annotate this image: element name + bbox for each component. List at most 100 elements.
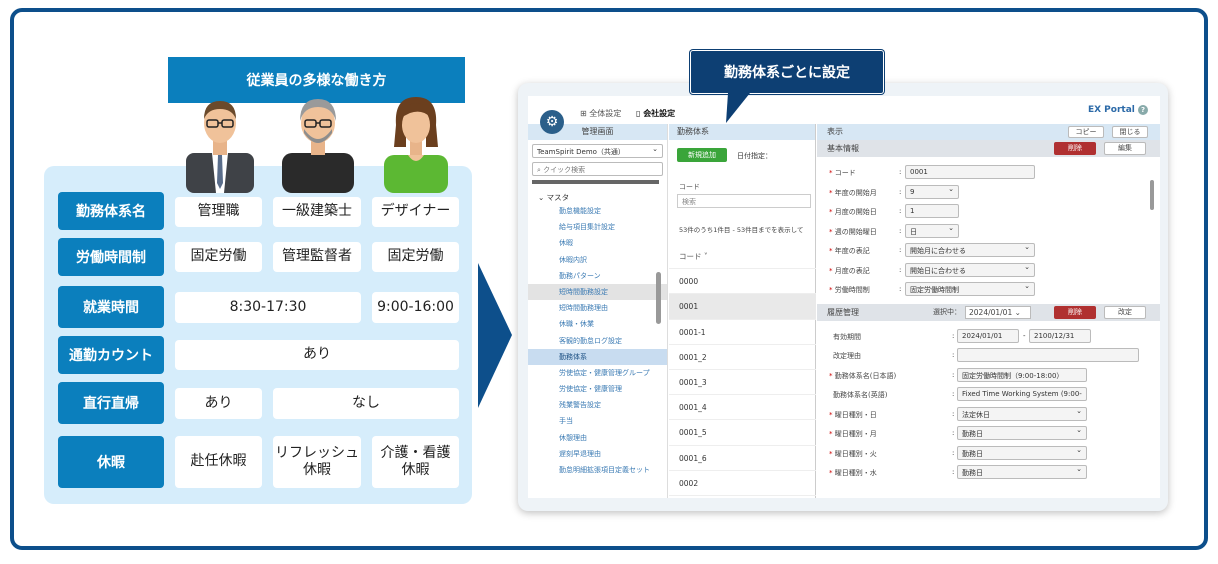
field-code: * コード:0001 — [817, 163, 1160, 183]
cell-direct-yes: あり — [175, 388, 262, 419]
cell-care-leave: 介護・看護 休暇 — [372, 436, 459, 488]
basic-info-section: 基本情報 削除 編集 — [817, 140, 1160, 157]
menu-item[interactable]: 残業警告設定 — [528, 397, 667, 413]
architect-person-icon — [278, 95, 358, 193]
table-row[interactable]: 0001_2 — [669, 345, 816, 370]
menu-item[interactable]: 短時間勤務設定 — [528, 283, 667, 301]
field-effective-period: 有効期間: 2024/01/01 - 2100/12/31 — [817, 327, 1160, 347]
menu-item-work-system[interactable]: 勤務体系 — [528, 348, 667, 365]
menu-item[interactable]: 勤怠明細拡張項目定義セット — [528, 462, 667, 478]
selected-label: 選択中： — [933, 307, 961, 316]
row-header-leave: 休暇 — [58, 436, 164, 488]
row-header-work-system-name: 勤務体系名 — [58, 192, 164, 230]
menu-item[interactable]: 給与項目集計設定 — [528, 219, 667, 235]
chevron-down-icon: ⌄ — [652, 145, 658, 153]
field-day-type-sun: * 曜日種別・日: 法定休日 — [817, 405, 1160, 425]
cell-designer: デザイナー — [372, 197, 459, 227]
menu-item[interactable]: 休職・休業 — [528, 316, 667, 332]
nav-all-settings[interactable]: ⊞ 全体設定 — [580, 108, 621, 119]
cell-relocation-leave: 赴任休暇 — [175, 436, 262, 488]
menu-item[interactable]: 労使協定・健康管理グループ — [528, 365, 667, 381]
table-row[interactable]: 0001-1 — [669, 320, 816, 345]
menu-item[interactable]: 休暇内訳 — [528, 252, 667, 268]
cell-commute-count: あり — [175, 340, 459, 370]
cell-manager: 管理職 — [175, 197, 262, 227]
edit-button[interactable]: 編集 — [1104, 142, 1146, 155]
history-date-select[interactable]: 2024/01/01 ⌄ — [965, 305, 1031, 319]
field-labor-system: * 労働時間制: 固定労働時間制 — [817, 280, 1160, 300]
cell-architect: 一級建築士 — [273, 197, 361, 227]
close-button[interactable]: 閉じる — [1112, 126, 1148, 138]
tree-master[interactable]: ⌄ マスタ — [538, 192, 667, 203]
result-count: 53件のうち1件目 - 53件目までを表示して — [679, 226, 804, 234]
gear-icon[interactable]: ⚙ — [540, 110, 564, 134]
menu-item[interactable]: 休憩理由 — [528, 430, 667, 446]
history-delete-button[interactable]: 削除 — [1054, 305, 1096, 319]
list-title: 勤務体系 — [669, 124, 815, 140]
date-filter-label: 日付指定： — [737, 152, 772, 160]
add-new-button[interactable]: 新規追加 — [677, 148, 727, 162]
field-week-start-day: * 週の開始曜日: 日 — [817, 222, 1160, 242]
app-window: ⊞ 全体設定 ▯ 会社設定 EX Portal ? ⚙ 管理画面 TeamSpi… — [528, 96, 1160, 498]
menu-item[interactable]: 勤務パターン — [528, 268, 667, 284]
field-fiscal-notation: * 年度の表記: 開始月に合わせる — [817, 241, 1160, 261]
field-month-notation: * 月度の表記: 開始日に合わせる — [817, 261, 1160, 281]
copy-button[interactable]: コピー — [1068, 126, 1104, 138]
cell-fixed-labor-2: 固定労働 — [372, 242, 459, 272]
menu-item[interactable]: 労使協定・健康管理 — [528, 381, 667, 397]
table-row[interactable]: 0001_6 — [669, 446, 816, 471]
table-row[interactable]: 0000 — [669, 269, 816, 295]
field-day-type-mon: * 曜日種別・月: 勤務日 — [817, 424, 1160, 444]
column-header-code[interactable]: コード ˅ — [669, 244, 816, 270]
row-header-commute-count: 通勤カウント — [58, 336, 164, 374]
admin-menu-column: 管理画面 TeamSpirit Demo（共通） ⌄ ⌕ クイック検索 ⌄ マスタ… — [528, 124, 668, 498]
row-header-direct-travel: 直行直帰 — [58, 382, 164, 424]
detail-title: 表示 コピー 閉じる — [817, 124, 1160, 140]
code-label: コード — [679, 183, 700, 191]
menu-item[interactable]: 遅刻早退理由 — [528, 446, 667, 462]
menu-separator — [532, 180, 659, 184]
work-system-list-column: 勤務体系 新規追加 日付指定： コード 検索 53件のうち1件目 - 53件目ま… — [669, 124, 816, 498]
right-arrow-icon — [478, 263, 512, 408]
menu-item[interactable]: 勤怠機能設定 — [528, 203, 667, 219]
table-row[interactable]: 0001_5 — [669, 420, 816, 446]
designer-person-icon — [376, 95, 456, 193]
field-system-name-en: 勤務体系名(英語): Fixed Time Working System (9:0… — [817, 385, 1160, 405]
detail-scrollbar[interactable] — [1150, 180, 1154, 210]
ex-portal-link[interactable]: EX Portal ? — [1088, 105, 1148, 115]
help-icon: ? — [1138, 105, 1148, 115]
top-bar: ⊞ 全体設定 ▯ 会社設定 EX Portal ? — [528, 96, 1160, 124]
cell-refresh-leave: リフレッシュ 休暇 — [273, 436, 361, 488]
code-search-input[interactable]: 検索 — [677, 194, 811, 208]
cell-direct-no: なし — [273, 388, 459, 419]
nav-company-settings[interactable]: ▯ 会社設定 — [636, 108, 675, 119]
table-row[interactable]: 0001_4 — [669, 395, 816, 421]
menu-scrollbar[interactable] — [656, 272, 661, 324]
row-header-working-hours-system: 労働時間制 — [58, 238, 164, 276]
org-select[interactable]: TeamSpirit Demo（共通） ⌄ — [532, 144, 663, 158]
delete-button[interactable]: 削除 — [1054, 142, 1096, 155]
quick-search-input[interactable]: ⌕ クイック検索 — [532, 162, 663, 176]
callout-banner: 勤務体系ごとに設定 — [690, 50, 884, 94]
field-month-start-day: * 月度の開始日:1 — [817, 202, 1160, 222]
code-list: コード ˅ 0000 0001 0001-1 0001_2 0001_3 000… — [669, 244, 816, 496]
manager-person-icon — [180, 95, 260, 193]
table-row[interactable]: 0002 — [669, 471, 816, 496]
menu-item[interactable]: 手当 — [528, 413, 667, 429]
callout-tail — [726, 93, 750, 123]
row-header-work-time: 就業時間 — [58, 286, 164, 328]
menu-item[interactable]: 客観的勤怠ログ設定 — [528, 333, 667, 349]
cell-supervisor: 管理監督者 — [273, 242, 361, 272]
cell-work-time-2: 9:00-16:00 — [372, 292, 459, 323]
menu-item[interactable]: 休暇 — [528, 235, 667, 251]
revise-button[interactable]: 改定 — [1104, 305, 1146, 319]
field-day-type-tue: * 曜日種別・火: 勤務日 — [817, 444, 1160, 464]
table-row[interactable]: 0001_3 — [669, 370, 816, 396]
table-row-selected[interactable]: 0001 — [669, 294, 816, 320]
field-system-name-ja: * 勤務体系名(日本語): 固定労働時間制（9:00-18:00） — [817, 366, 1160, 386]
sitemap-icon: ⊞ — [580, 109, 590, 118]
field-day-type-wed: * 曜日種別・水: 勤務日 — [817, 463, 1160, 483]
history-section: 履歴管理 選択中： 2024/01/01 ⌄ 削除 改定 — [817, 303, 1160, 321]
cell-fixed-labor-1: 固定労働 — [175, 242, 262, 272]
menu-item[interactable]: 短時間勤務理由 — [528, 300, 667, 316]
